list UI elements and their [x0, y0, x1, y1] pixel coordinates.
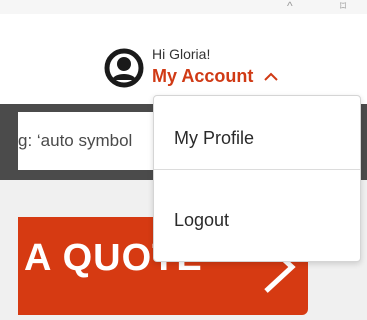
caret-up-icon[interactable]: ^	[287, 0, 293, 12]
user-circle-icon	[104, 48, 144, 88]
menu-divider	[154, 169, 360, 170]
bookmark-icon[interactable]: ⌑	[340, 0, 346, 12]
browser-top-strip: ^ ⌑	[0, 0, 367, 14]
menu-item-label: Logout	[174, 210, 230, 230]
menu-item-my-profile[interactable]: My Profile	[154, 110, 360, 166]
menu-item-logout[interactable]: Logout	[154, 192, 360, 248]
menu-item-label: My Profile	[174, 128, 255, 148]
my-account-label: My Account	[152, 66, 254, 86]
account-dropdown-menu: My Profile Logout	[153, 95, 361, 262]
my-account-link[interactable]: My Account	[152, 66, 279, 87]
search-input-text: g: ‘auto symbol	[18, 131, 133, 150]
account-menu-trigger[interactable]: Hi Gloria! My Account	[104, 44, 304, 88]
page: ^ ⌑ Hi Gloria! My Account g: ‘auto symbo…	[0, 0, 367, 320]
greeting-text: Hi Gloria!	[152, 46, 211, 62]
chevron-up-icon	[264, 72, 279, 81]
